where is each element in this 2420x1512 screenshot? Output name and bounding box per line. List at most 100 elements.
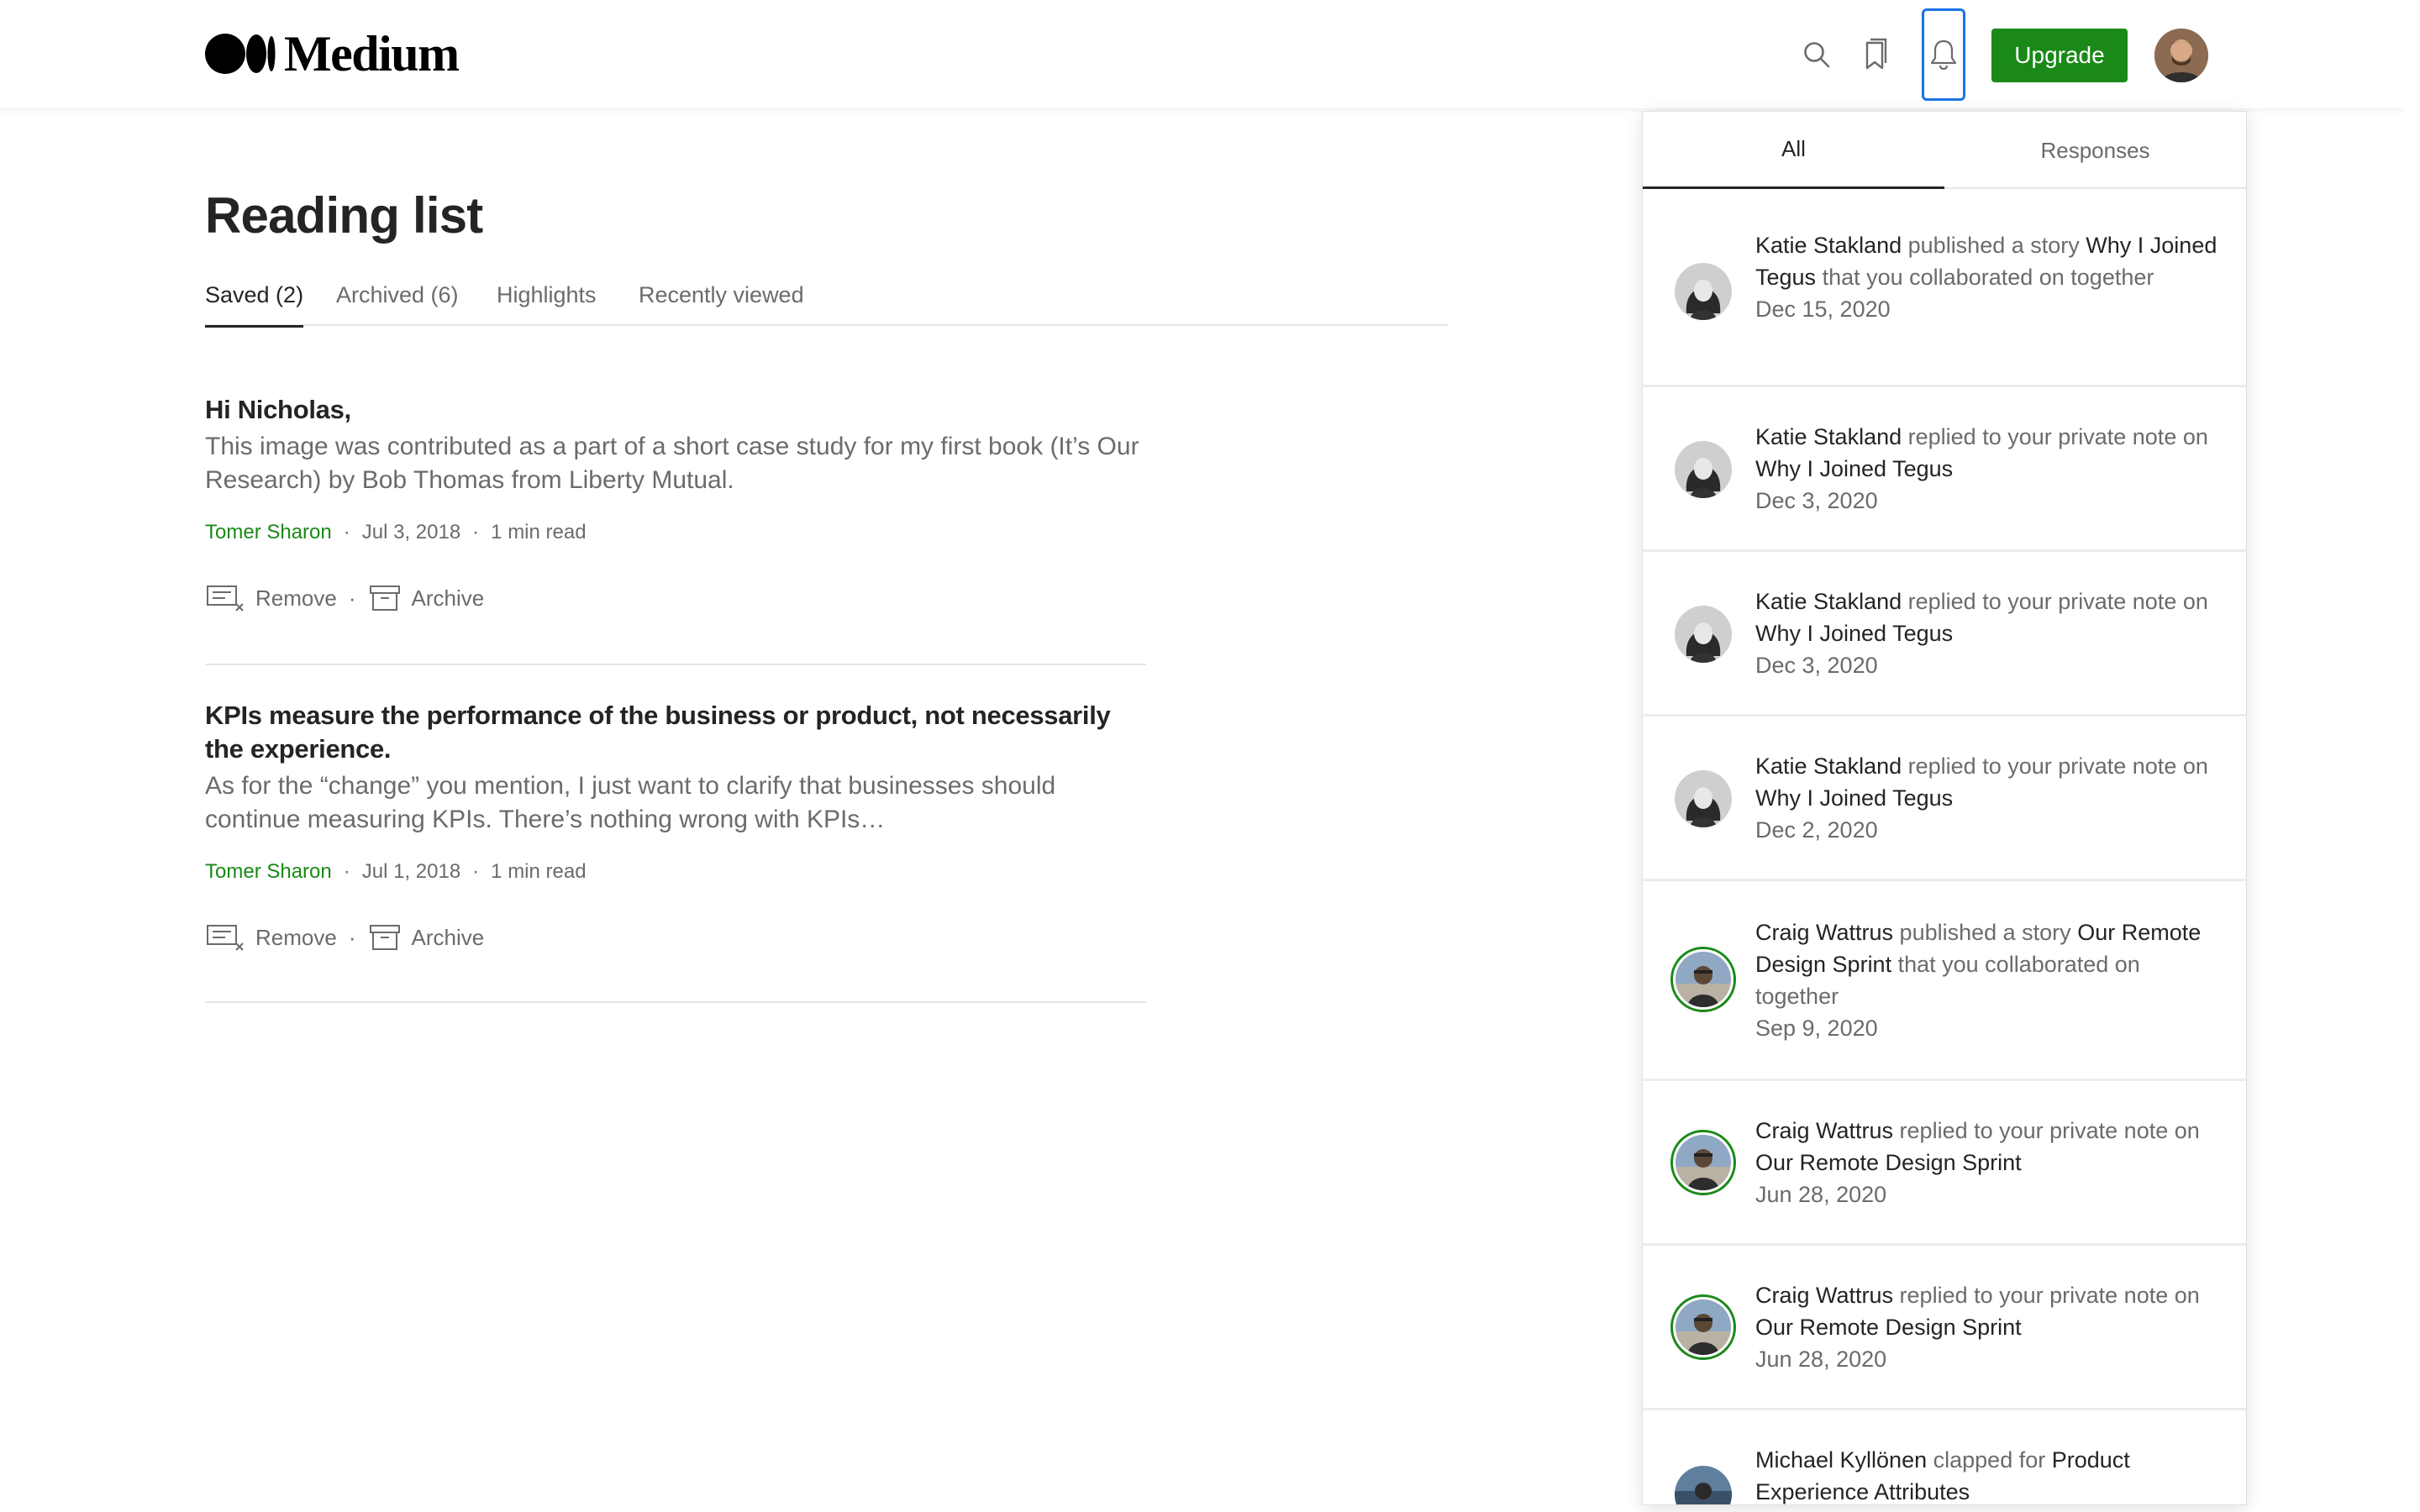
tab-saved[interactable]: Saved (2) bbox=[205, 282, 304, 328]
remove-from-list-icon bbox=[207, 585, 244, 612]
notification-action: replied to your private note on bbox=[1907, 424, 2208, 449]
notification-date: Dec 3, 2020 bbox=[1755, 488, 1878, 513]
remove-label: Remove bbox=[255, 924, 337, 950]
remove-button[interactable]: Remove bbox=[205, 923, 337, 952]
article-snippet[interactable]: This image was contributed as a part of … bbox=[205, 430, 1146, 497]
article-date: Jul 3, 2018 bbox=[361, 521, 461, 543]
bookmarks-icon bbox=[1865, 38, 1887, 70]
tab-archived[interactable]: Archived (6) bbox=[336, 282, 459, 326]
notification-date: Dec 3, 2020 bbox=[1755, 653, 1878, 678]
notification-item[interactable]: Katie Stakland replied to your private n… bbox=[1643, 552, 2246, 717]
reading-list-tabs: Saved (2) Archived (6) Highlights Recent… bbox=[205, 277, 1449, 328]
top-nav-bar: Medium Upgrade bbox=[0, 0, 2420, 109]
notification-item[interactable]: Katie Stakland published a story Why I J… bbox=[1643, 194, 2246, 387]
tab-all[interactable]: All bbox=[1643, 112, 1944, 189]
remove-button[interactable]: Remove bbox=[205, 584, 337, 612]
tab-recently-viewed[interactable]: Recently viewed bbox=[639, 282, 804, 326]
author-link[interactable]: Tomer Sharon bbox=[205, 521, 332, 544]
notification-action: published a story bbox=[1899, 920, 2071, 945]
archive-icon bbox=[369, 585, 400, 611]
tab-responses[interactable]: Responses bbox=[1944, 112, 2246, 189]
notification-date: Dec 15, 2020 bbox=[1755, 297, 1891, 322]
author-link[interactable]: Tomer Sharon bbox=[205, 860, 332, 884]
avatar-image-wrap bbox=[1676, 952, 1731, 1007]
archive-label: Archive bbox=[411, 924, 485, 950]
medium-logo[interactable]: Medium bbox=[205, 26, 460, 81]
notification-text: Katie Stakland replied to your private n… bbox=[1755, 421, 2226, 517]
user-avatar-image bbox=[2154, 29, 2208, 82]
avatar bbox=[1675, 441, 1732, 498]
notifications-button[interactable] bbox=[1922, 8, 1965, 101]
separator-dot: · bbox=[343, 521, 350, 543]
article-snippet[interactable]: As for the “change” you mention, I just … bbox=[205, 769, 1146, 837]
notification-action: clapped for bbox=[1933, 1447, 2046, 1473]
notification-actor: Katie Stakland bbox=[1755, 589, 1902, 614]
notification-item[interactable]: Katie Stakland replied to your private n… bbox=[1643, 387, 2246, 552]
avatar bbox=[1675, 606, 1732, 663]
notification-story: Why I Joined Tegus bbox=[1755, 456, 1954, 481]
upgrade-button[interactable]: Upgrade bbox=[1991, 29, 2128, 82]
avatar bbox=[1675, 1466, 1732, 1504]
notification-text: Michael Kyllönen clapped for Product Exp… bbox=[1755, 1444, 2226, 1504]
archive-button[interactable]: Archive bbox=[368, 923, 485, 952]
notification-text: Craig Wattrus published a story Our Remo… bbox=[1755, 916, 2226, 1044]
separator-dot: · bbox=[472, 860, 480, 883]
avatar-image bbox=[1676, 1135, 1731, 1190]
notifications-tabs: All Responses bbox=[1643, 112, 2246, 189]
search-button[interactable] bbox=[1796, 34, 1838, 76]
page-scrollbar[interactable] bbox=[2403, 0, 2420, 1512]
notification-actor: Katie Stakland bbox=[1755, 233, 1902, 258]
notification-item[interactable]: Craig Wattrus replied to your private no… bbox=[1643, 1246, 2246, 1410]
article-title[interactable]: KPIs measure the performance of the busi… bbox=[205, 699, 1146, 766]
notification-date: Jun 28, 2020 bbox=[1755, 1182, 1887, 1207]
archive-label: Archive bbox=[411, 585, 485, 611]
notification-actor: Michael Kyllönen bbox=[1755, 1447, 1928, 1473]
notification-item[interactable]: Michael Kyllönen clapped for Product Exp… bbox=[1643, 1410, 2246, 1504]
article-meta: Tomer Sharon · Jul 3, 2018 · 1 min read bbox=[205, 521, 1146, 544]
search-icon bbox=[1804, 42, 1830, 68]
tab-highlights[interactable]: Highlights bbox=[497, 282, 597, 326]
list-item: KPIs measure the performance of the busi… bbox=[205, 699, 1146, 1003]
notification-text: Craig Wattrus replied to your private no… bbox=[1755, 1279, 2226, 1375]
user-avatar[interactable] bbox=[2154, 29, 2208, 82]
page-title: Reading list bbox=[205, 187, 483, 244]
notification-story: Why I Joined Tegus bbox=[1755, 621, 1954, 646]
avatar bbox=[1670, 947, 1736, 1012]
article-actions: Remove · Archive bbox=[205, 581, 1146, 615]
notification-action: replied to your private note on bbox=[1899, 1283, 2200, 1308]
avatar bbox=[1670, 1130, 1736, 1195]
separator-dot: · bbox=[343, 860, 350, 883]
separator-dot: · bbox=[348, 924, 356, 950]
notification-story: Why I Joined Tegus bbox=[1755, 785, 1954, 811]
notification-date: Dec 2, 2020 bbox=[1755, 817, 1878, 843]
notification-item[interactable]: Craig Wattrus published a story Our Remo… bbox=[1643, 881, 2246, 1081]
notification-actor: Craig Wattrus bbox=[1755, 920, 1894, 945]
separator-dot: · bbox=[472, 521, 480, 543]
notification-item[interactable]: Katie Stakland replied to your private n… bbox=[1643, 717, 2246, 881]
notifications-panel: All Responses Katie Stakland published a… bbox=[1642, 111, 2247, 1505]
notification-date: Jun 28, 2020 bbox=[1755, 1347, 1887, 1372]
notification-item[interactable]: Craig Wattrus replied to your private no… bbox=[1643, 1081, 2246, 1246]
bell-icon bbox=[1930, 39, 1957, 71]
avatar-image bbox=[1675, 606, 1732, 663]
article-date: Jul 1, 2018 bbox=[361, 860, 461, 883]
notification-story: Our Remote Design Sprint bbox=[1755, 1150, 2022, 1175]
logo-wordmark: Medium bbox=[284, 26, 460, 81]
list-item: Hi Nicholas, This image was contributed … bbox=[205, 393, 1146, 665]
notification-action: replied to your private note on bbox=[1907, 753, 2208, 779]
notification-actor: Craig Wattrus bbox=[1755, 1283, 1894, 1308]
avatar-image bbox=[1676, 1299, 1731, 1355]
avatar bbox=[1670, 1294, 1736, 1360]
remove-label: Remove bbox=[255, 585, 337, 611]
article-meta: Tomer Sharon · Jul 1, 2018 · 1 min read bbox=[205, 860, 1146, 884]
bookmarks-button[interactable] bbox=[1854, 34, 1897, 76]
notification-actor: Katie Stakland bbox=[1755, 424, 1902, 449]
avatar bbox=[1675, 770, 1732, 827]
notification-text: Katie Stakland replied to your private n… bbox=[1755, 750, 2226, 846]
archive-button[interactable]: Archive bbox=[368, 584, 485, 612]
separator-dot: · bbox=[348, 585, 356, 611]
notification-text: Katie Stakland published a story Why I J… bbox=[1755, 229, 2226, 325]
read-time: 1 min read bbox=[491, 521, 587, 543]
remove-from-list-icon bbox=[207, 925, 244, 951]
article-title[interactable]: Hi Nicholas, bbox=[205, 393, 1146, 427]
